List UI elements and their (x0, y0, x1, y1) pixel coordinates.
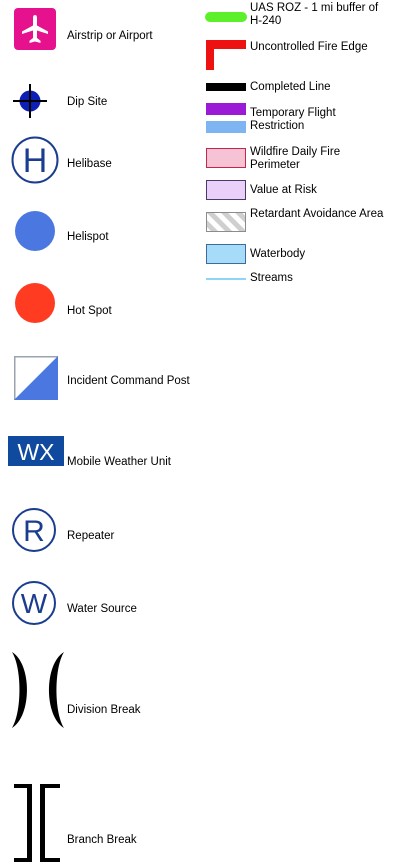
legend-label-airstrip: Airstrip or Airport (67, 30, 153, 42)
water-symbol-text: W (21, 588, 48, 619)
legend-label-division-break: Division Break (67, 704, 141, 716)
streams-line-swatch (206, 277, 246, 281)
legend-label-helibase: Helibase (67, 158, 112, 170)
legend-label-value-at-risk: Value at Risk (250, 184, 317, 196)
legend-label-dip-site: Dip Site (67, 96, 108, 108)
legend-label-streams: Streams (250, 272, 293, 284)
circled-r-icon: R (11, 507, 57, 553)
legend-label-completed-line: Completed Line (250, 81, 331, 93)
double-bracket-icon (12, 782, 62, 864)
wx-box-icon: WX (8, 436, 64, 466)
legend-label-hot-spot: Hot Spot (67, 305, 112, 317)
legend-label-uas-roz: UAS ROZ - 1 mi buffer of H-240 (250, 2, 379, 27)
weather-symbol-text: WX (17, 439, 54, 465)
helibase-symbol-text: H (23, 142, 48, 180)
legend-label-waterbody: Waterbody (250, 248, 306, 260)
split-square-icon (14, 356, 58, 400)
map-legend: Airstrip or Airport Dip Site H Helibase (0, 0, 393, 866)
legend-label-helispot: Helispot (67, 231, 109, 243)
parentheses-icon (8, 650, 68, 730)
completed-line-swatch (206, 83, 246, 91)
crosshair-circle-icon (13, 84, 47, 118)
retardant-hatch-swatch (206, 212, 246, 232)
airplane-icon (14, 8, 56, 50)
filled-circle-icon (14, 282, 56, 324)
waterbody-swatch (206, 244, 246, 264)
tfr-swatch (206, 103, 246, 133)
legend-label-water-source: Water Source (67, 603, 137, 615)
legend-label-branch-break: Branch Break (67, 834, 137, 846)
uas-roz-line-swatch (205, 11, 247, 23)
value-at-risk-swatch (206, 180, 246, 200)
legend-label-tfr: Temporary Flight Restriction (250, 107, 336, 132)
circled-h-icon: H (10, 135, 60, 185)
legend-label-perimeter: Wildfire Daily Fire Perimeter (250, 146, 341, 171)
filled-circle-icon (14, 210, 56, 252)
circled-w-icon: W (11, 580, 57, 626)
perimeter-swatch (206, 148, 246, 168)
legend-label-weather: Mobile Weather Unit (67, 456, 171, 468)
legend-label-uncontrolled-edge: Uncontrolled Fire Edge (250, 41, 368, 53)
uncontrolled-edge-swatch (206, 40, 246, 70)
legend-label-retardant: Retardant Avoidance Area (250, 208, 384, 220)
repeater-symbol-text: R (23, 515, 45, 548)
legend-label-icp: Incident Command Post (67, 375, 190, 387)
legend-label-repeater: Repeater (67, 530, 115, 542)
